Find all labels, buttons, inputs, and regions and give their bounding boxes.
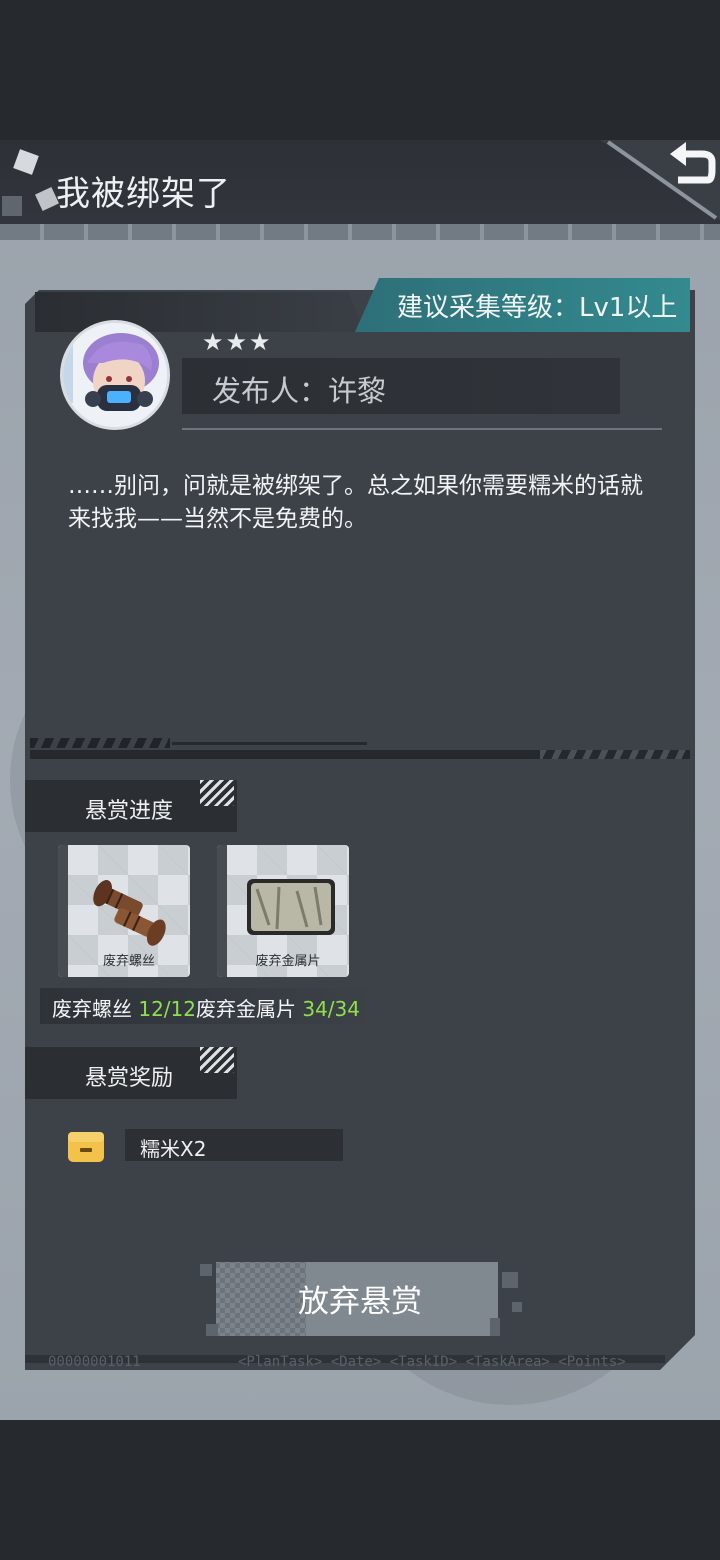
reward-label: 糯米X2 bbox=[140, 1137, 207, 1161]
progress-item-name: 废弃螺丝 bbox=[52, 997, 132, 1021]
app-screen: 我被绑架了 建议采集等级：Lv1以上 ★★★ 发布人：许黎 ……别问，问就是被绑… bbox=[0, 0, 720, 1560]
footer-meta: <PlanTask> <Date> <TaskID> <TaskArea> <P… bbox=[238, 1354, 626, 1370]
title-bar-stripe bbox=[0, 224, 720, 240]
publisher-portrait bbox=[63, 323, 167, 427]
publisher-underline bbox=[182, 428, 662, 430]
back-button[interactable] bbox=[600, 140, 720, 224]
abandon-bounty-label: 放弃悬赏 bbox=[298, 1284, 422, 1320]
bounty-description: ……别问，问就是被绑架了。总之如果你需要糯米的话就来找我——当然不是免费的。 bbox=[68, 473, 643, 532]
back-arrow-icon bbox=[600, 140, 720, 220]
progress-item-name: 废弃金属片 bbox=[196, 997, 296, 1021]
item-card-screw[interactable]: 废弃螺丝 bbox=[58, 845, 190, 977]
title-deco-square bbox=[2, 196, 22, 216]
progress-item-count: 12/12 bbox=[138, 997, 196, 1021]
progress-section-title: 悬赏进度 bbox=[85, 799, 174, 824]
progress-summary: 废弃螺丝 12/12废弃金属片 34/34 bbox=[52, 993, 360, 1022]
section-hatch bbox=[200, 780, 234, 806]
divider-hatch bbox=[540, 750, 690, 759]
reward-box-icon bbox=[68, 1132, 104, 1162]
publisher-name: 发布人：许黎 bbox=[212, 374, 387, 408]
star-rating: ★★★ bbox=[202, 328, 273, 356]
footer-code: 00000001011 bbox=[48, 1354, 141, 1370]
item-card-label: 废弃螺丝 bbox=[102, 954, 155, 969]
item-card-label: 废弃金属片 bbox=[255, 954, 321, 969]
avatar bbox=[60, 320, 170, 430]
top-letterbox bbox=[0, 0, 720, 140]
bottom-letterbox bbox=[0, 1420, 720, 1560]
recommended-level: 建议采集等级：Lv1以上 bbox=[397, 293, 678, 323]
divider-line bbox=[172, 742, 367, 745]
divider-hatch bbox=[30, 738, 170, 748]
reward-section-title: 悬赏奖励 bbox=[85, 1066, 174, 1091]
section-hatch bbox=[200, 1047, 234, 1073]
item-card-metal-sheet[interactable]: 废弃金属片 bbox=[217, 845, 349, 977]
progress-item-count: 34/34 bbox=[302, 997, 360, 1021]
panel-header-strip bbox=[35, 292, 365, 332]
page-title: 我被绑架了 bbox=[56, 174, 231, 214]
